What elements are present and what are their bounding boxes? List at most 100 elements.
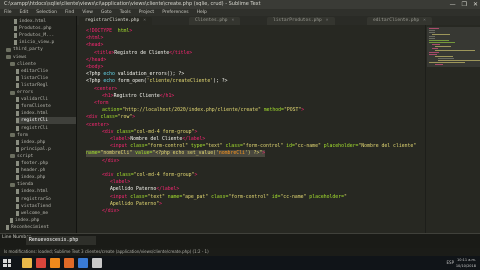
code-editor[interactable]: <!DOCTYPE html> <html> <head> <title>Regist… bbox=[77, 25, 425, 233]
sidebar-item[interactable]: index.php bbox=[10, 217, 76, 224]
code-line[interactable]: action="http://localhost/2020/index.php/… bbox=[86, 107, 304, 114]
sidebar-item[interactable]: inicio_view.p bbox=[14, 39, 76, 46]
code-line[interactable]: <center> bbox=[86, 122, 109, 129]
sidebar-item[interactable]: registrCli bbox=[16, 125, 76, 132]
menu-help[interactable]: Help bbox=[193, 9, 211, 16]
sidebar-item-label: index.html bbox=[21, 189, 49, 195]
minimap[interactable] bbox=[425, 25, 480, 233]
tab[interactable]: listarProdutos.php × bbox=[267, 17, 335, 25]
sidebar-item[interactable]: validarCli bbox=[16, 96, 76, 103]
maximize-button[interactable]: ❐ bbox=[462, 1, 467, 8]
sidebar-item-label: form bbox=[17, 132, 28, 138]
tab[interactable]: registrarCliente.php × bbox=[79, 17, 152, 25]
sidebar-item[interactable]: views bbox=[6, 54, 76, 61]
code-line[interactable]: </div> bbox=[86, 158, 119, 165]
code-line[interactable]: <form bbox=[86, 100, 108, 107]
menu-goto[interactable]: Goto bbox=[97, 9, 116, 16]
sidebar-item[interactable]: index.html bbox=[14, 18, 76, 25]
code-token: </h1> bbox=[159, 93, 175, 99]
code-line[interactable]: Apellido Paterno</label> bbox=[86, 186, 179, 193]
sidebar-item[interactable]: Reconhecimient bbox=[6, 224, 76, 231]
code-line[interactable]: </div> bbox=[86, 208, 119, 215]
code-line[interactable]: <input class="text" name="ape_pat" class… bbox=[86, 194, 347, 201]
sidebar-item[interactable]: registrCli bbox=[16, 117, 76, 125]
sidebar-item[interactable]: cliente bbox=[10, 61, 76, 68]
code-token: Registro Cliente bbox=[113, 93, 160, 99]
code-line[interactable]: <label>Nombre del Cliente</label> bbox=[86, 136, 205, 143]
sidebar-item[interactable]: errors bbox=[10, 89, 76, 96]
sidebar-item[interactable]: Produtos.php bbox=[14, 25, 76, 32]
music-icon[interactable] bbox=[92, 258, 102, 268]
code-line[interactable]: <body> bbox=[86, 64, 103, 71]
code-line[interactable]: <?php echo form_open('cliente/createClie… bbox=[86, 78, 228, 85]
file-explorer-icon[interactable] bbox=[22, 258, 32, 268]
goto-line-input[interactable]: Renuevoscesis.php bbox=[26, 236, 96, 245]
code-token: > bbox=[262, 151, 266, 157]
tray-language[interactable]: ESP bbox=[447, 260, 454, 265]
tab-close-icon[interactable]: × bbox=[326, 18, 329, 23]
sidebar-item[interactable]: listarRegl bbox=[16, 82, 76, 89]
chrome-icon[interactable] bbox=[36, 258, 46, 268]
sidebar-item[interactable]: Produtos_M... bbox=[14, 32, 76, 39]
code-line[interactable]: <input class="form-control" type="text" … bbox=[86, 143, 416, 150]
sidebar-item[interactable]: welcome_me bbox=[16, 210, 76, 217]
tab-close-icon[interactable]: × bbox=[143, 18, 146, 23]
code-line[interactable]: </head> bbox=[86, 57, 106, 64]
menu-file[interactable]: File bbox=[0, 9, 16, 16]
clock[interactable]: 10:11 a.m. 10/10/2018 bbox=[456, 257, 476, 269]
menu-view[interactable]: View bbox=[78, 9, 97, 16]
code-line[interactable]: <div class="row"> bbox=[86, 114, 135, 121]
sublime-icon[interactable] bbox=[50, 258, 60, 268]
sidebar-item[interactable]: principal.p bbox=[16, 146, 76, 153]
tab-close-icon[interactable]: × bbox=[232, 18, 235, 23]
code-line[interactable]: <label> bbox=[86, 179, 130, 186]
code-line[interactable]: <head> bbox=[86, 42, 103, 49]
sidebar-file-tree[interactable]: index.html Produtos.php Produtos_M... inici… bbox=[0, 16, 77, 233]
sidebar-item[interactable]: vistasTiend bbox=[16, 203, 76, 210]
sidebar-item[interactable]: formCliente bbox=[16, 103, 76, 110]
sidebar-item[interactable]: registrarSo bbox=[16, 196, 76, 203]
file-icon bbox=[16, 146, 19, 152]
code-line[interactable]: <html> bbox=[86, 35, 103, 42]
menu-tools[interactable]: Tools bbox=[116, 9, 135, 16]
sidebar-item[interactable]: header.ph bbox=[16, 167, 76, 174]
menu-selection[interactable]: Selection bbox=[32, 9, 61, 16]
code-token: class= bbox=[222, 144, 243, 150]
windows-start-icon[interactable] bbox=[3, 259, 11, 267]
menu-find[interactable]: Find bbox=[61, 9, 78, 16]
minimap-viewport[interactable] bbox=[427, 27, 480, 67]
code-line[interactable]: <!DOCTYPE html> bbox=[86, 28, 132, 35]
code-line[interactable]: <?php echo validation_errors(); ?> bbox=[86, 71, 184, 78]
code-line[interactable]: <h1>Registro Cliente</h1> bbox=[86, 93, 174, 100]
minimize-button[interactable]: — bbox=[450, 1, 456, 8]
sidebar-item[interactable]: footer.php bbox=[16, 160, 76, 167]
editor-gutter bbox=[77, 25, 84, 233]
code-line[interactable]: <title>Registro de Cliente</title> bbox=[86, 50, 192, 57]
firefox-icon[interactable] bbox=[64, 258, 74, 268]
code-line[interactable]: <div class="col-md-4 form-group"> bbox=[86, 129, 197, 136]
code-line[interactable]: <div class="col-md-4 form-group"> bbox=[86, 172, 197, 179]
taskbar: ESP 10:11 a.m. 10/10/2018 bbox=[0, 256, 480, 270]
sidebar-item[interactable]: index.html bbox=[16, 110, 76, 117]
code-line[interactable]: Apellido Paterno"> bbox=[86, 201, 162, 208]
code-line[interactable]: name="nombreCli" value="<?php echo set_v… bbox=[86, 150, 266, 158]
tab[interactable]: editarCliente.php × bbox=[367, 17, 432, 25]
sidebar-item[interactable]: tienda bbox=[10, 181, 76, 188]
menu-project[interactable]: Project bbox=[135, 9, 158, 16]
app-icon[interactable] bbox=[78, 258, 88, 268]
close-button[interactable]: ✕ bbox=[473, 1, 478, 8]
sidebar-item[interactable]: script bbox=[10, 153, 76, 160]
sidebar-item[interactable]: form bbox=[10, 132, 76, 139]
file-icon bbox=[14, 40, 17, 46]
menu-preferences[interactable]: Preferences bbox=[158, 9, 192, 16]
sidebar-item[interactable]: editarClie bbox=[16, 68, 76, 75]
code-line[interactable]: <center> bbox=[86, 86, 117, 93]
tab[interactable]: Clientes.php × bbox=[189, 17, 241, 25]
sidebar-item[interactable]: third_party bbox=[6, 46, 76, 53]
menu-edit[interactable]: Edit bbox=[16, 9, 33, 16]
tab-close-icon[interactable]: × bbox=[423, 18, 426, 23]
sidebar-item[interactable]: index.php bbox=[16, 139, 76, 146]
sidebar-item[interactable]: index.php bbox=[16, 174, 76, 181]
sidebar-item[interactable]: listarClie bbox=[16, 75, 76, 82]
sidebar-item[interactable]: index.html bbox=[16, 188, 76, 195]
